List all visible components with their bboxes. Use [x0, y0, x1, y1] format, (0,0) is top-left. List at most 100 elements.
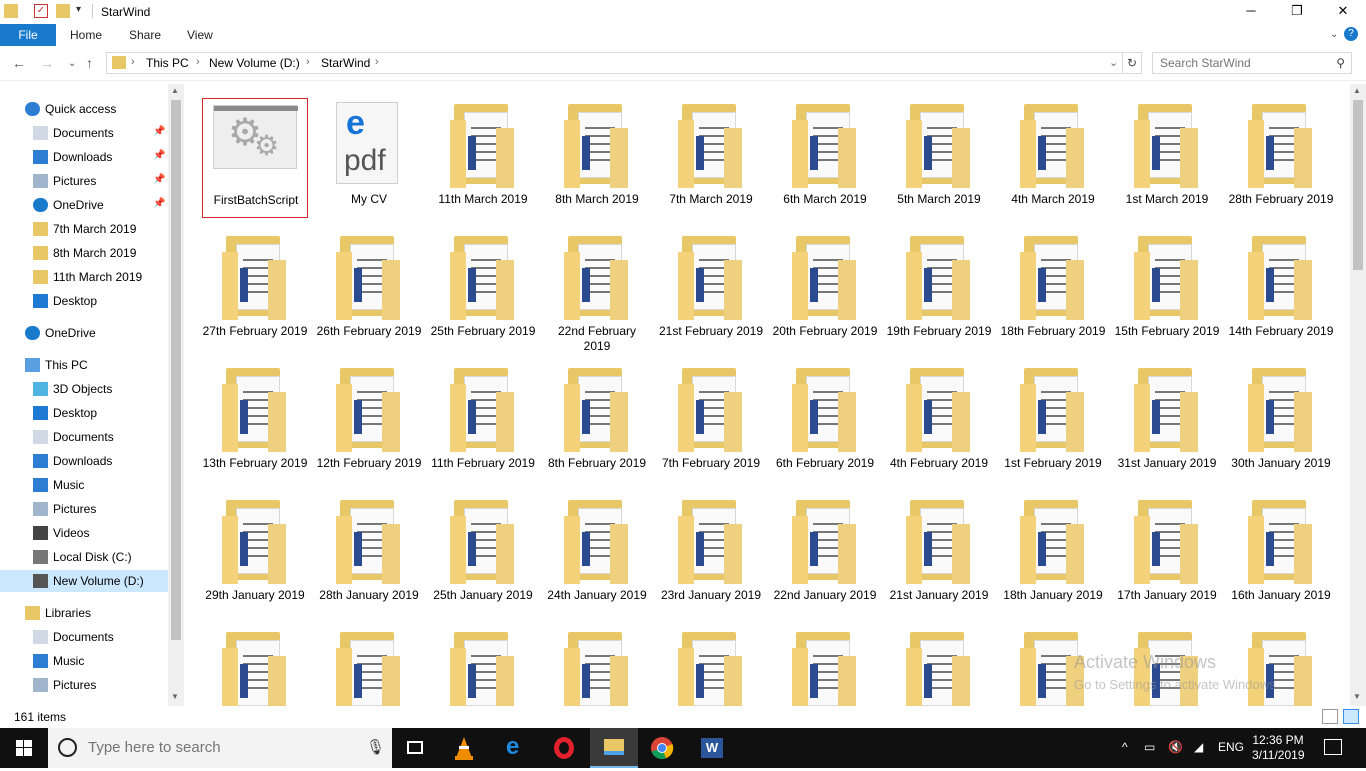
search-input[interactable]: [1160, 56, 1325, 70]
vlc-button[interactable]: [440, 728, 488, 768]
pdf-file-item[interactable]: e pdf My CV: [316, 98, 422, 218]
chevron-right-icon[interactable]: ›: [196, 56, 200, 68]
show-hidden-icons-icon[interactable]: ^: [1122, 740, 1128, 754]
large-icons-view-icon[interactable]: [1343, 709, 1359, 724]
sidebar-item-pictures[interactable]: Pictures: [0, 498, 168, 520]
folder-item[interactable]: 4th February 2019: [886, 362, 992, 482]
tab-share[interactable]: Share: [129, 24, 161, 46]
folder-item[interactable]: 12th February 2019: [316, 362, 422, 482]
tab-view[interactable]: View: [187, 24, 213, 46]
breadcrumb-this-pc[interactable]: This PC: [146, 56, 189, 70]
folder-item[interactable]: 8th February 2019: [544, 362, 650, 482]
chevron-down-icon[interactable]: ⌄: [1109, 56, 1118, 69]
file-explorer-button[interactable]: [590, 728, 638, 768]
folder-item[interactable]: [316, 626, 422, 706]
wifi-icon[interactable]: ◢: [1194, 740, 1203, 754]
folder-item[interactable]: 30th January 2019: [1228, 362, 1334, 482]
folder-item[interactable]: [202, 626, 308, 706]
refresh-button[interactable]: ↻: [1123, 52, 1142, 74]
sidebar-item-desktop[interactable]: Desktop: [0, 402, 168, 424]
folder-item[interactable]: [658, 626, 764, 706]
folder-item[interactable]: [544, 626, 650, 706]
folder-item[interactable]: 16th January 2019: [1228, 494, 1334, 614]
maximize-button[interactable]: ❐: [1274, 0, 1320, 24]
properties-icon[interactable]: ✓: [34, 4, 48, 18]
sidebar-item-onedrive[interactable]: OneDrive: [0, 322, 168, 344]
batch-file-item[interactable]: ⚙ ⚙ FirstBatchScript: [202, 98, 308, 218]
chrome-button[interactable]: [638, 728, 686, 768]
customize-toolbar-icon[interactable]: ▾: [76, 4, 90, 18]
tab-home[interactable]: Home: [70, 24, 102, 46]
folder-item[interactable]: 22nd February 2019: [544, 230, 650, 353]
search-box[interactable]: ⚲: [1152, 52, 1352, 74]
folder-item[interactable]: 11th March 2019: [430, 98, 536, 218]
folder-item[interactable]: 11th February 2019: [430, 362, 536, 482]
battery-icon[interactable]: ▭: [1144, 740, 1155, 754]
chevron-right-icon[interactable]: ›: [131, 56, 135, 68]
word-button[interactable]: W: [688, 728, 736, 768]
sidebar-item-3d-objects[interactable]: 3D Objects: [0, 378, 168, 400]
address-bar[interactable]: › This PC › New Volume (D:) › StarWind ›…: [106, 52, 1123, 74]
start-button[interactable]: [0, 728, 48, 768]
sidebar-item-7th-march-2019[interactable]: 7th March 2019: [0, 218, 168, 240]
chevron-right-icon[interactable]: ›: [306, 56, 310, 68]
recent-locations-icon[interactable]: ⌄: [68, 58, 76, 69]
scroll-down-icon[interactable]: ▼: [1353, 692, 1361, 701]
sidebar-item-downloads[interactable]: Downloads: [0, 450, 168, 472]
volume-muted-icon[interactable]: 🔇: [1168, 740, 1183, 754]
back-arrow-icon[interactable]: ←: [12, 55, 26, 71]
expand-ribbon-icon[interactable]: ⌄: [1330, 24, 1338, 46]
details-view-icon[interactable]: [1322, 709, 1338, 724]
content-scrollbar-thumb[interactable]: [1353, 100, 1363, 270]
folder-item[interactable]: 6th February 2019: [772, 362, 878, 482]
content-scrollbar[interactable]: ▲ ▼: [1350, 84, 1366, 706]
folder-item[interactable]: 28th January 2019: [316, 494, 422, 614]
chevron-right-icon[interactable]: ›: [375, 56, 379, 68]
microphone-icon[interactable]: 🎙: [366, 738, 385, 756]
sidebar-item-this-pc[interactable]: This PC: [0, 354, 168, 376]
sidebar-item-documents[interactable]: Documents 📌: [0, 122, 168, 144]
sidebar-item-music[interactable]: Music: [0, 474, 168, 496]
folder-item[interactable]: 25th January 2019: [430, 494, 536, 614]
sidebar-item-libraries[interactable]: Libraries: [0, 602, 168, 624]
folder-item[interactable]: 14th February 2019: [1228, 230, 1334, 350]
folder-item[interactable]: 7th March 2019: [658, 98, 764, 218]
folder-item[interactable]: 18th January 2019: [1000, 494, 1106, 614]
folder-item[interactable]: 18th February 2019: [1000, 230, 1106, 350]
sidebar-item-local-disk-c[interactable]: Local Disk (C:): [0, 546, 168, 568]
sidebar-item-videos[interactable]: Videos: [0, 522, 168, 544]
sidebar-item-pictures[interactable]: Pictures 📌: [0, 170, 168, 192]
folder-item[interactable]: 19th February 2019: [886, 230, 992, 350]
folder-item[interactable]: 5th March 2019: [886, 98, 992, 218]
sidebar-item-11th-march-2019[interactable]: 11th March 2019: [0, 266, 168, 288]
scroll-up-icon[interactable]: ▲: [171, 86, 179, 95]
folder-item[interactable]: 6th March 2019: [772, 98, 878, 218]
forward-arrow-icon[interactable]: →: [40, 55, 54, 71]
folder-item[interactable]: 31st January 2019: [1114, 362, 1220, 482]
sidebar-item-pictures[interactable]: Pictures: [0, 674, 168, 696]
nav-scrollbar-thumb[interactable]: [171, 100, 181, 640]
folder-item[interactable]: 25th February 2019: [430, 230, 536, 350]
folder-item[interactable]: 13th February 2019: [202, 362, 308, 482]
folder-item[interactable]: 28th February 2019: [1228, 98, 1334, 218]
folder-item[interactable]: 21st January 2019: [886, 494, 992, 614]
sidebar-item-downloads[interactable]: Downloads 📌: [0, 146, 168, 168]
edge-button[interactable]: e: [492, 728, 540, 768]
sidebar-item-8th-march-2019[interactable]: 8th March 2019: [0, 242, 168, 264]
task-view-button[interactable]: [392, 728, 440, 768]
folder-item[interactable]: 4th March 2019: [1000, 98, 1106, 218]
close-button[interactable]: ✕: [1320, 0, 1366, 24]
sidebar-item-documents[interactable]: Documents: [0, 426, 168, 448]
help-icon[interactable]: ?: [1344, 27, 1358, 41]
folder-item[interactable]: 17th January 2019: [1114, 494, 1220, 614]
sidebar-item-desktop[interactable]: Desktop: [0, 290, 168, 312]
folder-item[interactable]: 20th February 2019: [772, 230, 878, 350]
tab-file[interactable]: File: [0, 24, 56, 46]
breadcrumb-starwind[interactable]: StarWind: [321, 56, 370, 70]
sidebar-item-onedrive[interactable]: OneDrive 📌: [0, 194, 168, 216]
folder-item[interactable]: 27th February 2019: [202, 230, 308, 350]
folder-item[interactable]: 26th February 2019: [316, 230, 422, 350]
taskbar-search[interactable]: 🎙: [48, 728, 392, 768]
taskbar-search-input[interactable]: [88, 739, 348, 756]
folder-item[interactable]: 7th February 2019: [658, 362, 764, 482]
